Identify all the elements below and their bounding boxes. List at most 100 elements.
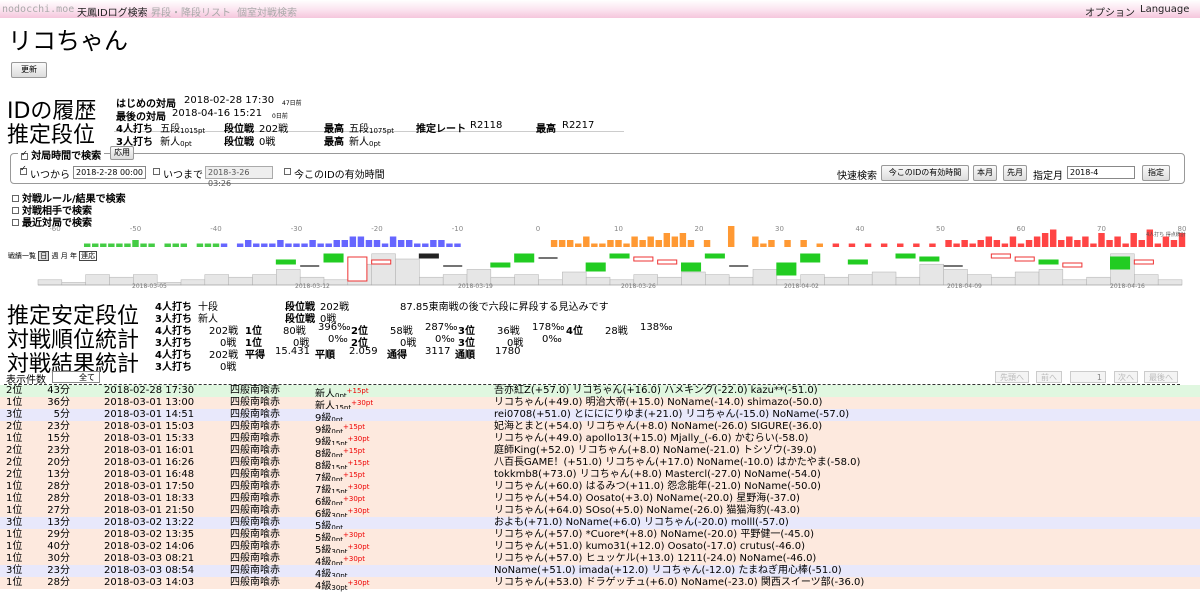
histogram-bar [92, 243, 99, 247]
histogram-bar [703, 240, 711, 247]
mode-streak[interactable]: 連応 [79, 251, 98, 261]
game-row[interactable]: 1位 36分 2018-03-01 13:00 四般南喰赤 新人15pt+30pt リコち… [0, 397, 1200, 412]
histogram-bar [140, 243, 147, 247]
game-row[interactable]: 1位 28分 2018-03-01 18:33 四般南喰赤 6級0pt+30pt リコちゃ… [0, 493, 1200, 508]
game-players[interactable]: rei0708(+51.0) とにににりゆま(+21.0) リコちゃん(-15.… [494, 409, 849, 421]
mode-year[interactable]: 年 [70, 252, 77, 260]
histogram-bar [253, 243, 260, 247]
quick-valid-time-button[interactable]: 今このIDの有効時間 [881, 165, 969, 181]
histogram-bar [768, 240, 775, 247]
game-row[interactable]: 1位 40分 2018-03-02 14:06 四般南喰赤 5級30pt+30pt リコち… [0, 541, 1200, 556]
histogram-bar [1033, 236, 1041, 247]
game-duration: 23分 [47, 445, 70, 456]
language-link[interactable]: Language [1140, 4, 1189, 15]
histogram-bar [1001, 243, 1009, 247]
nav-log-search[interactable]: 天鳳IDログ検索 [77, 4, 148, 19]
game-row[interactable]: 3位 13分 2018-03-02 13:22 四般南喰赤 5級0pt およも(+71.0… [0, 517, 1200, 532]
max-rate-value: R2217 [562, 120, 595, 131]
game-players[interactable]: 吾亦紅Z(+57.0) リコちゃん(+16.0) ハメキング(-22.0) ka… [494, 385, 818, 397]
game-players[interactable]: リコちゃん(+51.0) kumo31(+12.0) Oosato(-17.0)… [494, 541, 805, 553]
game-players[interactable]: リコちゃん(+49.0) apollo13(+15.0) Mjally_(-6.… [494, 433, 808, 445]
game-players[interactable]: リコちゃん(+64.0) SOso(+5.0) NoName(-26.0) 猫猫… [494, 505, 800, 517]
game-time: 2018-03-01 14:51 [104, 409, 195, 420]
game-duration: 28分 [47, 493, 70, 504]
game-room: 四般南喰赤 [230, 445, 280, 456]
game-players[interactable]: リコちゃん(+57.0) *Cuore*(+8.0) NoName(-20.0)… [494, 529, 814, 541]
next-page-button[interactable]: 次へ [1114, 371, 1138, 383]
daily-games-bar [252, 274, 277, 286]
game-players[interactable]: リコちゃん(+57.0) ヒュッケル(+13.0) 1211(-24.0) No… [494, 553, 816, 565]
display-count-select[interactable]: 全て [52, 371, 100, 383]
game-row[interactable]: 1位 29分 2018-03-02 13:35 四般南喰赤 5級0pt+30pt リコちゃ… [0, 529, 1200, 544]
game-row[interactable]: 1位 27分 2018-03-01 21:50 四般南喰赤 6級30pt+30pt リコち… [0, 505, 1200, 520]
hist-tick-label: 0 [536, 225, 540, 233]
game-row[interactable]: 2位 23分 2018-03-01 15:03 四般南喰赤 9級0pt+15pt 妃海とま… [0, 421, 1200, 436]
game-time: 2018-03-02 14:06 [104, 541, 195, 552]
game-players[interactable]: リコちゃん(+54.0) Oosato(+3.0) NoName(-20.0) … [494, 493, 800, 505]
game-row[interactable]: 2位 43分 2018-02-28 17:30 四般南喰赤 新人0pt+15pt 吾亦紅Z… [0, 385, 1200, 400]
histogram-bar [438, 240, 445, 247]
game-row[interactable]: 2位 13分 2018-03-01 16:48 四般南喰赤 7級0pt+15pt tokk… [0, 469, 1200, 484]
from-checkbox[interactable] [20, 164, 27, 175]
prev-page-button[interactable]: 前へ [1036, 371, 1062, 383]
apply-button[interactable]: 応用 [110, 146, 134, 160]
game-players[interactable]: リコちゃん(+60.0) はるみつ(+11.0) 怨念能年(-21.0) NoN… [494, 481, 821, 493]
options-link[interactable]: オプション [1085, 4, 1135, 19]
game-players[interactable]: およも(+71.0) NoName(+6.0) リコちゃん(-20.0) mol… [494, 517, 789, 529]
from-input[interactable]: 2018-2-28 00:00 [73, 166, 146, 179]
daily-games-bar [585, 276, 611, 286]
game-players[interactable]: NoName(+51.0) imada(+12.0) リコちゃん(-12.0) … [494, 565, 842, 577]
histogram-bar [575, 243, 582, 247]
site-logo[interactable]: nodocchi.moe [2, 4, 74, 15]
game-players[interactable]: 妃海とまと(+54.0) リコちゃん(+8.0) NoName(-26.0) S… [494, 421, 822, 433]
first-page-button[interactable]: 先頭へ [995, 371, 1029, 383]
histogram-bar [204, 243, 212, 247]
this-month-button[interactable]: 本月 [973, 165, 997, 181]
page-input[interactable]: 1 [1070, 371, 1106, 383]
valid-time-checkbox[interactable] [284, 168, 291, 175]
max-rate-label: 最高 [536, 124, 556, 135]
game-room: 四般南喰赤 [230, 577, 280, 588]
game-time: 2018-03-01 15:03 [104, 421, 195, 432]
histogram-bar [349, 236, 357, 247]
nav-promotion-list[interactable]: 昇段・降段リスト [151, 4, 231, 19]
daily-games-bar [85, 274, 110, 286]
game-room: 四般南喰赤 [230, 409, 280, 420]
game-players[interactable]: リコちゃん(+53.0) ドラゲッチュ(+6.0) NoName(-23.0) … [494, 577, 864, 589]
daily-games-bar [37, 279, 63, 286]
histogram-bar [236, 243, 244, 247]
last-page-button[interactable]: 最後へ [1144, 371, 1178, 383]
game-players[interactable]: 庭師King(+52.0) リコちゃん(+8.0) NoName(-21.0) … [494, 445, 817, 457]
histogram-bar [1122, 243, 1129, 247]
mode-week[interactable]: 週 [51, 252, 58, 260]
top-nav-bar: nodocchi.moe 天鳳IDログ検索 昇段・降段リスト 個室対戦検索 オプ… [0, 0, 1200, 19]
last-month-button[interactable]: 先月 [1003, 165, 1027, 181]
until-checkbox[interactable] [153, 168, 160, 175]
nav-private-room[interactable]: 個室対戦検索 [237, 4, 297, 19]
game-row[interactable]: 1位 15分 2018-03-01 15:33 四般南喰赤 9級15pt+30pt リコち… [0, 433, 1200, 448]
update-button[interactable]: 更新 [11, 62, 47, 78]
game-players[interactable]: tokkmb8(+73.0) リコちゃん(+8.0) Mastercl(-27.… [494, 469, 821, 481]
time-search-checkbox[interactable] [21, 149, 28, 160]
histogram-bar [405, 240, 413, 247]
game-players[interactable]: リコちゃん(+49.0) 明治大帝(+15.0) NoName(-14.0) s… [494, 397, 822, 409]
chart-legend: 4人打ち 得点統計 [1146, 231, 1186, 238]
game-row[interactable]: 3位 23分 2018-03-03 08:54 四般南喰赤 4級30pt NoName(+… [0, 565, 1200, 580]
set-month-button[interactable]: 指定 [1142, 165, 1170, 181]
hist-tick-label: 60 [1017, 225, 1026, 233]
rank-candle [1062, 262, 1083, 268]
game-row[interactable]: 1位 30分 2018-03-03 08:21 四般南喰赤 4級0pt+30pt リコちゃ… [0, 553, 1200, 568]
game-time: 2018-03-01 13:00 [104, 397, 195, 408]
histogram-bar [1049, 229, 1057, 247]
game-row[interactable]: 3位 5分 2018-03-01 14:51 四般南喰赤 9級0pt rei0708(+5… [0, 409, 1200, 424]
mode-day[interactable]: 日 [38, 251, 50, 261]
game-players[interactable]: 八百長GAME！(+51.0) リコちゃん(+17.0) NoName(-10.… [494, 457, 860, 469]
game-row[interactable]: 1位 28分 2018-03-03 14:03 四般南喰赤 4級30pt+30pt リコち… [0, 577, 1200, 592]
daily-games-bar [824, 276, 849, 286]
mode-month[interactable]: 月 [61, 252, 68, 260]
month-input[interactable]: 2018-4 [1067, 166, 1135, 179]
game-row[interactable]: 1位 28分 2018-03-01 17:50 四般南喰赤 7級15pt+30pt リコち… [0, 481, 1200, 496]
until-input[interactable]: 2018-3-26 03:26 [205, 166, 273, 188]
game-row[interactable]: 2位 20分 2018-03-01 16:26 四般南喰赤 8級15pt+15pt 八百長… [0, 457, 1200, 472]
game-row[interactable]: 2位 23分 2018-03-01 16:01 四般南喰赤 8級0pt+15pt 庭師Ki… [0, 445, 1200, 460]
